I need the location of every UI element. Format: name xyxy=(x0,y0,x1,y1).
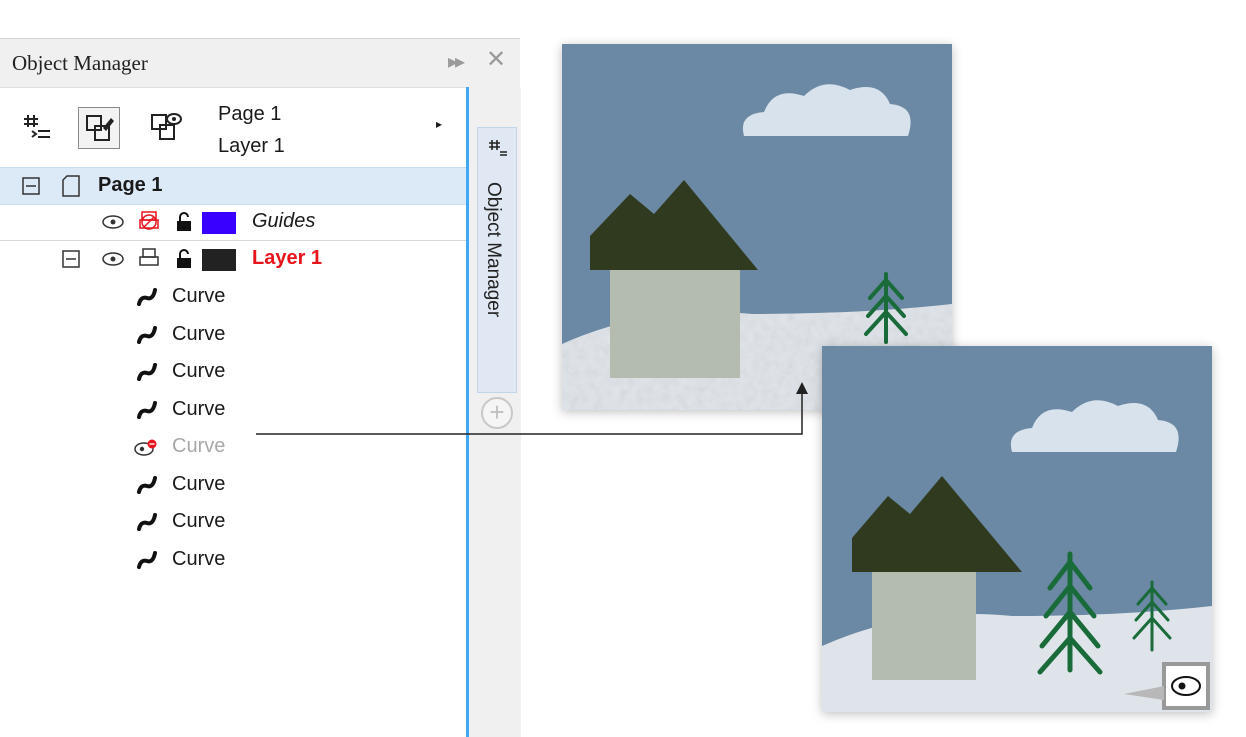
curve-icon xyxy=(137,288,157,306)
tree-row-page[interactable]: Page 1 xyxy=(0,167,466,205)
docker-strip: Object Manager + xyxy=(466,87,521,737)
tree-row-guides[interactable]: Guides xyxy=(0,204,466,241)
curve-icon xyxy=(137,550,157,569)
tree-row-curve[interactable]: Curve xyxy=(0,317,466,353)
curve-label: Curve xyxy=(172,547,226,570)
tree-row-curve[interactable]: Curve xyxy=(0,354,466,390)
object-properties-icon xyxy=(489,140,507,156)
add-docker-button[interactable]: + xyxy=(481,397,513,429)
object-manager-panel: Object Manager ▸▸ ✕ Page 1 Layer 1 ▸ Pag… xyxy=(0,38,521,737)
tree-row-curve[interactable]: Curve xyxy=(0,392,466,428)
curve-icon xyxy=(137,475,157,494)
tree-row-curve[interactable]: Curve xyxy=(0,467,466,503)
expand-icon[interactable]: ▸▸ xyxy=(448,49,465,74)
curve-icon xyxy=(137,400,157,419)
curve-label: Curve xyxy=(172,435,226,457)
curve-icon xyxy=(137,513,157,531)
curve-label: Curve xyxy=(172,285,226,307)
close-icon[interactable]: ✕ xyxy=(486,45,506,74)
tree-row-curve[interactable]: Curve xyxy=(0,504,466,540)
hidden-eye-icon[interactable] xyxy=(134,439,158,457)
layer-manager-view-icon[interactable] xyxy=(146,107,186,147)
flyout-arrow-icon[interactable]: ▸ xyxy=(436,117,442,131)
printer-icon[interactable] xyxy=(138,247,160,269)
toolbar: Page 1 Layer 1 ▸ xyxy=(0,87,470,175)
scene-after xyxy=(822,346,1212,712)
page-icon xyxy=(62,175,80,197)
eye-icon[interactable] xyxy=(102,252,124,266)
curve-label: Curve xyxy=(172,397,226,420)
visibility-badge xyxy=(1162,662,1210,710)
current-page-label: Page 1 xyxy=(218,103,282,125)
eye-icon[interactable] xyxy=(102,215,124,229)
curve-label: Curve xyxy=(172,472,226,495)
page-label: Page 1 xyxy=(98,174,163,196)
tree-row-curve[interactable]: Curve xyxy=(0,279,466,315)
curve-icon xyxy=(137,363,157,381)
scene-after-canvas xyxy=(822,346,1212,712)
panel-title: Object Manager xyxy=(12,51,148,75)
printer-disabled-icon[interactable] xyxy=(138,210,160,232)
edit-across-layers-icon[interactable] xyxy=(78,107,120,149)
guides-color-swatch[interactable] xyxy=(202,212,236,234)
tree-row-curve[interactable]: Curve xyxy=(0,429,466,465)
current-layer-label: Layer 1 xyxy=(218,135,285,157)
layer-color-swatch[interactable] xyxy=(202,249,236,271)
layer-label: Layer 1 xyxy=(252,247,323,269)
guides-label: Guides xyxy=(252,210,316,232)
lock-open-icon[interactable] xyxy=(176,211,192,233)
tree-row-curve[interactable]: Curve xyxy=(0,542,466,578)
tree-row-layer[interactable]: Layer 1 xyxy=(0,241,466,277)
curve-icon xyxy=(137,325,157,344)
show-properties-icon[interactable] xyxy=(18,107,58,147)
curve-label: Curve xyxy=(172,322,226,345)
curve-label: Curve xyxy=(172,360,226,382)
collapse-icon[interactable] xyxy=(22,177,40,195)
docker-tab-label: Object Manager xyxy=(483,182,504,318)
docker-tab-object-manager[interactable]: Object Manager xyxy=(477,127,517,393)
curve-label: Curve xyxy=(172,510,226,532)
collapse-icon[interactable] xyxy=(62,250,80,268)
lock-open-icon[interactable] xyxy=(176,248,192,270)
panel-header: Object Manager ▸▸ ✕ xyxy=(0,39,520,88)
